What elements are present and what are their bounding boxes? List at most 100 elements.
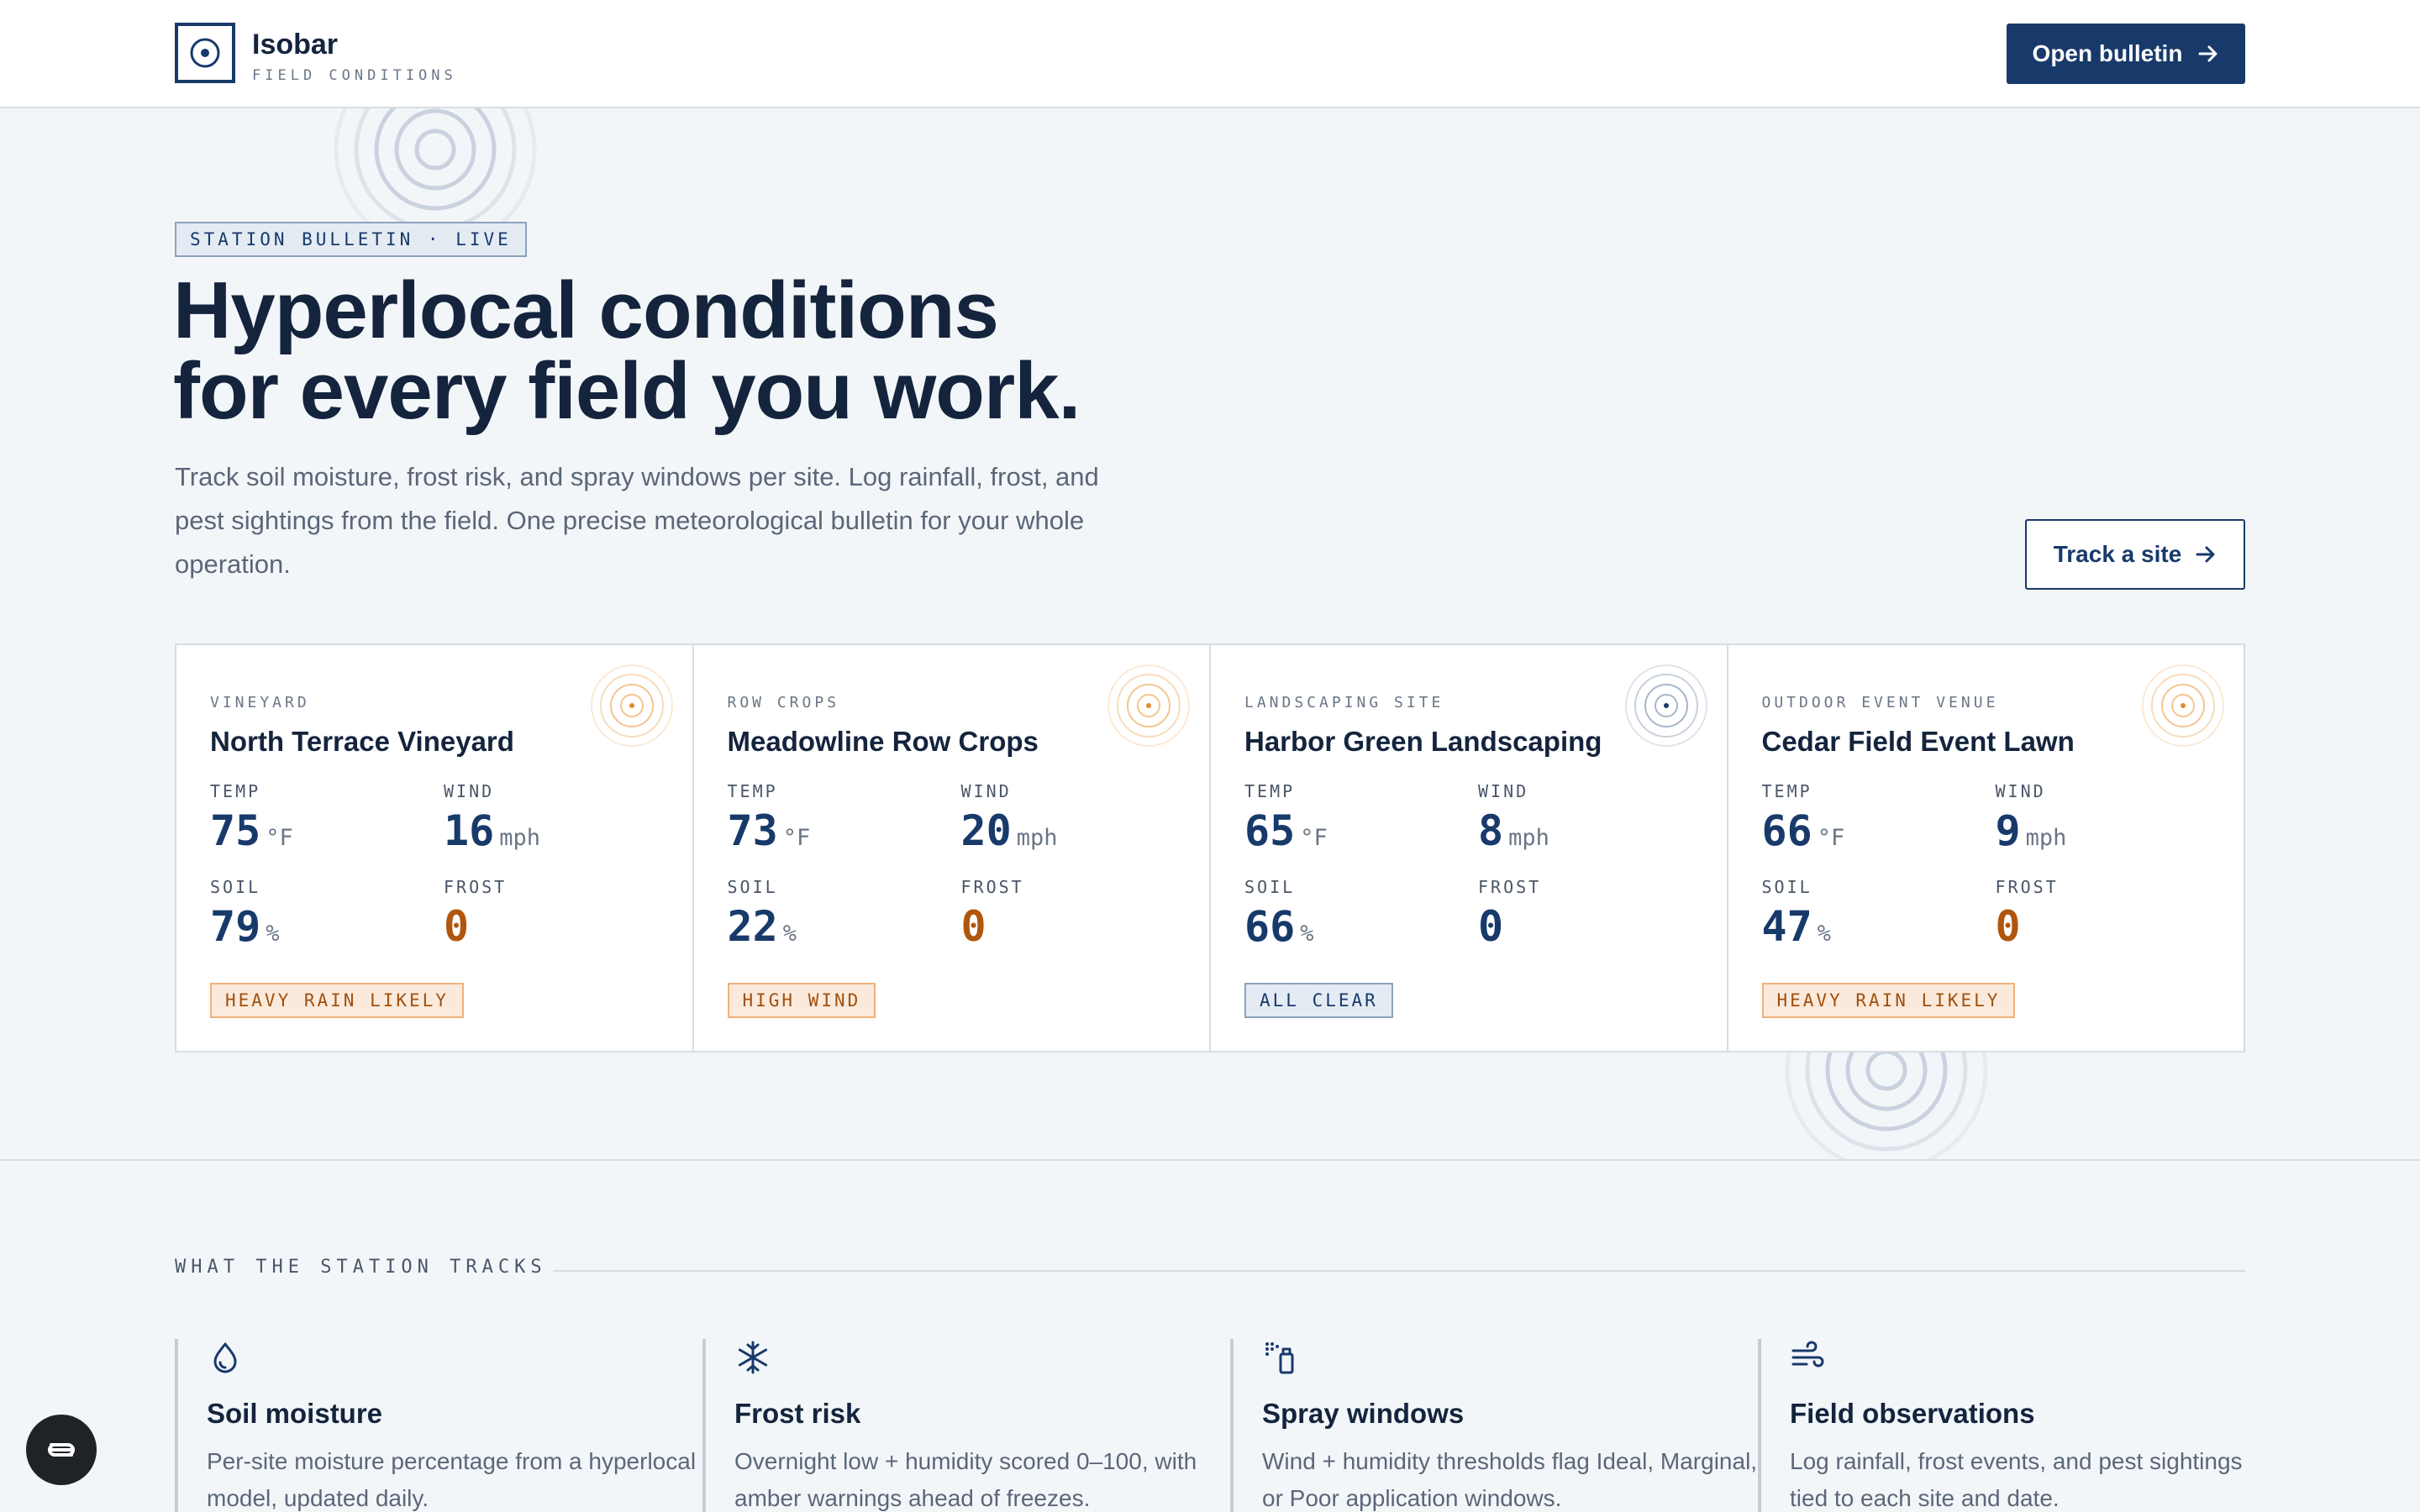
feature-spray-windows: Spray windows Wind + humidity thresholds… xyxy=(1230,1339,1757,1512)
wind-unit: mph xyxy=(2025,825,2067,851)
isobar-logo[interactable] xyxy=(175,23,235,83)
feature-field-observations: Field observations Log rainfall, frost e… xyxy=(1758,1339,2270,1512)
temp-label: TEMP xyxy=(1761,781,1812,801)
brand-name: Isobar xyxy=(252,29,339,60)
brand-subtitle: FIELD CONDITIONS xyxy=(252,67,457,84)
soil-unit: % xyxy=(266,921,280,947)
top-header: Isobar FIELD CONDITIONS Open bulletin xyxy=(0,0,2420,108)
feature-title: Soil moisture xyxy=(207,1398,383,1429)
hero-subtitle: Track soil moisture, frost risk, and spr… xyxy=(175,462,1099,579)
arrow-right-icon xyxy=(2196,546,2215,563)
wind-unit: mph xyxy=(1016,825,1058,851)
site-kind: OUTDOOR EVENT VENUE xyxy=(1761,694,1999,711)
temp-value: 75 °F xyxy=(210,806,293,855)
hero-title-line-1: Hyperlocal conditions xyxy=(173,265,999,355)
soil-label: SOIL xyxy=(727,877,778,897)
status-radar-icon xyxy=(590,664,673,747)
arrow-right-icon xyxy=(2198,45,2217,62)
frost-label: FROST xyxy=(1478,877,1542,897)
wind-value: 20 mph xyxy=(961,806,1058,855)
temp-value: 73 °F xyxy=(728,806,811,855)
frost-label: FROST xyxy=(444,877,508,897)
floating-chat-button[interactable] xyxy=(26,1415,97,1485)
soil-value: 79% xyxy=(210,902,279,951)
soil-label: SOIL xyxy=(1244,877,1296,897)
frost-label: FROST xyxy=(960,877,1024,897)
temp-unit: °F xyxy=(1300,825,1328,851)
soil-value: 47% xyxy=(1762,902,1831,951)
temp-unit: °F xyxy=(266,825,293,851)
wind-value: 9 mph xyxy=(1996,806,2067,855)
decorative-rings-bottom xyxy=(1785,1052,1988,1161)
feature-soil-moisture: Soil moisture Per-site moisture percenta… xyxy=(175,1339,696,1512)
feature-title: Field observations xyxy=(1790,1398,2035,1429)
wind-label: WIND xyxy=(1478,781,1529,801)
status-badge: HEAVY RAIN LIKELY xyxy=(1761,983,2016,1018)
site-name: Meadowline Row Crops xyxy=(727,726,1039,757)
soil-label: SOIL xyxy=(1761,877,1812,897)
spray-bottle-icon xyxy=(1265,1342,1294,1374)
temp-number: 73 xyxy=(727,806,778,855)
track-site-label: Track a site xyxy=(2053,541,2182,567)
soil-unit: % xyxy=(782,921,797,947)
temp-value: 66 °F xyxy=(1762,806,1845,855)
site-name: Harbor Green Landscaping xyxy=(1244,726,1602,757)
feature-description: Wind + humidity thresholds flag Ideal, M… xyxy=(1262,1448,1758,1511)
soil-unit: % xyxy=(1817,921,1831,947)
droplet-icon xyxy=(213,1342,237,1373)
site-name: North Terrace Vineyard xyxy=(210,726,514,757)
site-card[interactable]: ROW CROPS Meadowline Row Crops TEMP WIND… xyxy=(694,645,1211,1051)
temp-value: 65 °F xyxy=(1244,806,1328,855)
soil-number: 66 xyxy=(1244,902,1296,951)
status-radar-icon xyxy=(1107,664,1190,747)
soil-value: 66% xyxy=(1244,902,1313,951)
frost-value: 0 xyxy=(1995,902,2021,951)
frost-value: 0 xyxy=(444,902,470,951)
hero-title: Hyperlocal conditions for every field yo… xyxy=(173,270,1349,432)
live-bulletin-tag: STATION BULLETIN · LIVE xyxy=(175,222,527,257)
soil-number: 22 xyxy=(727,902,778,951)
wind-number: 16 xyxy=(444,806,495,855)
track-site-button[interactable]: Track a site xyxy=(2025,519,2245,590)
wind-number: 8 xyxy=(1478,806,1504,855)
soil-number: 47 xyxy=(1761,902,1812,951)
temp-unit: °F xyxy=(782,825,811,851)
chat-bot-icon xyxy=(48,1443,75,1457)
temp-label: TEMP xyxy=(727,781,778,801)
temp-label: TEMP xyxy=(210,781,261,801)
site-card[interactable]: LANDSCAPING SITE Harbor Green Landscapin… xyxy=(1211,645,1728,1051)
frost-label: FROST xyxy=(1995,877,2059,897)
site-card[interactable]: OUTDOOR EVENT VENUE Cedar Field Event La… xyxy=(1728,645,2244,1051)
soil-value: 22% xyxy=(728,902,797,951)
site-cards: VINEYARD North Terrace Vineyard TEMP WIN… xyxy=(175,643,2245,1053)
status-badge: ALL CLEAR xyxy=(1244,983,1393,1018)
wind-number: 9 xyxy=(1995,806,2021,855)
wind-icon xyxy=(1791,1341,1824,1368)
site-card[interactable]: VINEYARD North Terrace Vineyard TEMP WIN… xyxy=(176,645,694,1051)
section-heading: WHAT THE STATION TRACKS xyxy=(175,1257,547,1278)
site-kind: VINEYARD xyxy=(210,694,310,711)
wind-label: WIND xyxy=(960,781,1012,801)
feature-title: Spray windows xyxy=(1262,1398,1465,1429)
site-name: Cedar Field Event Lawn xyxy=(1761,726,2075,757)
soil-label: SOIL xyxy=(210,877,261,897)
status-radar-icon xyxy=(1624,664,1707,747)
frost-value: 0 xyxy=(960,902,986,951)
temp-number: 75 xyxy=(210,806,261,855)
open-bulletin-label: Open bulletin xyxy=(2032,40,2183,66)
temp-number: 65 xyxy=(1244,806,1296,855)
wind-value: 16 mph xyxy=(444,806,540,855)
section-heading-rule xyxy=(553,1270,2245,1272)
temp-unit: °F xyxy=(1817,825,1845,851)
soil-unit: % xyxy=(1300,921,1314,947)
status-badge: HEAVY RAIN LIKELY xyxy=(210,983,464,1018)
snowflake-icon xyxy=(738,1341,768,1374)
site-kind: LANDSCAPING SITE xyxy=(1244,694,1444,711)
temp-label: TEMP xyxy=(1244,781,1296,801)
open-bulletin-button[interactable]: Open bulletin xyxy=(2007,24,2245,84)
site-kind: ROW CROPS xyxy=(727,694,840,711)
feature-description: Overnight low + humidity scored 0–100, w… xyxy=(734,1448,1197,1511)
temp-number: 66 xyxy=(1761,806,1812,855)
wind-value: 8 mph xyxy=(1478,806,1549,855)
feature-description: Log rainfall, frost events, and pest sig… xyxy=(1790,1448,2243,1511)
